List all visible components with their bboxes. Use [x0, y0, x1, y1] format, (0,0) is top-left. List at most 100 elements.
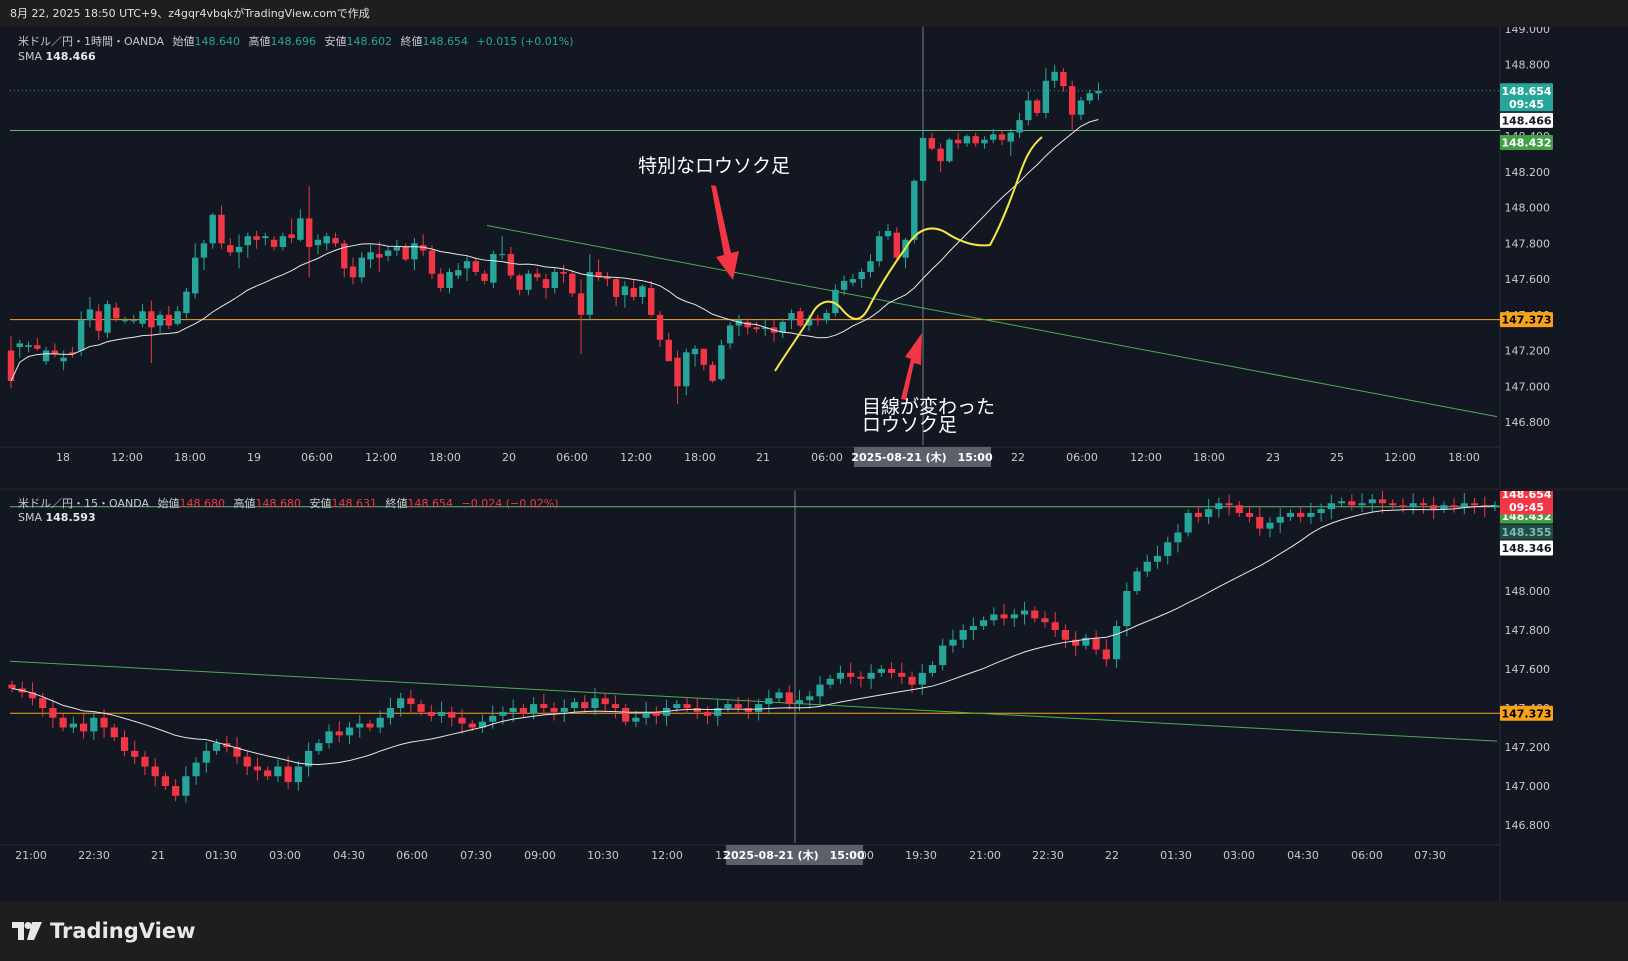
- x-tick-label: 06:00: [1066, 451, 1098, 464]
- candle-body: [908, 676, 916, 685]
- y-tick-label: 147.600: [1505, 663, 1551, 676]
- candle-body: [867, 261, 874, 272]
- sma-label[interactable]: SMA: [18, 50, 42, 63]
- open-value: 148.680: [179, 497, 226, 510]
- candle-body: [253, 236, 260, 240]
- candle-body: [724, 704, 732, 708]
- badge-last-price-countdown: 09:45: [1509, 98, 1544, 111]
- candle-body: [358, 257, 365, 278]
- candle-body: [455, 270, 462, 276]
- candle-body: [569, 273, 576, 294]
- candle-body: [788, 313, 795, 321]
- candle-body: [77, 320, 85, 351]
- x-tick-label: 12:00: [1384, 451, 1416, 464]
- candle-body: [642, 711, 650, 718]
- chart-15m-canvas[interactable]: 148.000147.800147.600147.400147.200147.0…: [0, 491, 1628, 901]
- x-tick-label: 09:00: [524, 849, 556, 862]
- candle-body: [402, 246, 409, 260]
- x-tick-label: 06:00: [1351, 849, 1383, 862]
- candle-body: [1317, 509, 1325, 513]
- x-tick-label: 22: [1011, 451, 1025, 464]
- x-tick-label: 06:00: [301, 451, 333, 464]
- candle-body: [591, 698, 599, 708]
- candle-body: [314, 239, 322, 246]
- sma-label[interactable]: SMA: [18, 511, 42, 524]
- candle-body: [161, 776, 170, 786]
- chart-1h-canvas[interactable]: 149.000148.800148.600148.400148.200148.0…: [0, 27, 1628, 488]
- candle-body: [141, 756, 149, 767]
- candle-body: [1042, 80, 1050, 113]
- candle-body: [297, 218, 304, 240]
- candle-body: [218, 214, 225, 244]
- candle-body: [639, 286, 646, 297]
- candle-body: [202, 750, 210, 763]
- candle-body: [797, 311, 804, 326]
- candle-body: [857, 676, 865, 679]
- candle-body: [1419, 503, 1428, 506]
- candle-body: [540, 704, 548, 708]
- candle-body: [110, 727, 118, 738]
- candle-body: [806, 696, 814, 701]
- candle-body: [726, 325, 734, 344]
- candle-body: [8, 684, 16, 689]
- candle-body: [928, 137, 936, 149]
- candle-body: [427, 711, 435, 716]
- candle-body: [148, 311, 155, 328]
- symbol-label[interactable]: 米ドル／円・15・OANDA: [18, 497, 149, 510]
- candle-body: [1399, 505, 1407, 508]
- candle-body: [519, 708, 527, 714]
- candle-body: [683, 704, 691, 708]
- x-tick-label: 12:00: [651, 849, 683, 862]
- candle-body: [79, 723, 88, 732]
- candle-body: [1327, 503, 1335, 510]
- candle-body: [954, 139, 962, 144]
- candle-body: [165, 314, 173, 326]
- candle-body: [1143, 561, 1151, 572]
- candle-body: [1051, 622, 1059, 630]
- candle-body: [1368, 499, 1376, 504]
- chart-pane-1h[interactable]: 149.000148.800148.600148.400148.200148.0…: [0, 27, 1628, 488]
- candle-body: [1020, 610, 1029, 615]
- candle-body: [814, 318, 822, 321]
- tradingview-logo[interactable]: TradingView: [12, 918, 195, 944]
- y-tick-label: 148.200: [1505, 166, 1551, 179]
- high-label: 高値: [233, 497, 256, 510]
- candle-body: [898, 672, 906, 677]
- x-tick-label: 03:00: [269, 849, 301, 862]
- candle-body: [274, 766, 282, 777]
- candle-body: [200, 243, 208, 258]
- chart-pane-15m[interactable]: 148.000147.800147.600147.400147.200147.0…: [0, 491, 1628, 901]
- candle-body: [253, 766, 262, 771]
- candle-body: [1153, 555, 1162, 562]
- y-tick-label: 147.200: [1505, 741, 1551, 754]
- candle-body: [560, 271, 567, 274]
- candle-body: [937, 148, 944, 162]
- chart-15m-legend: 米ドル／円・15・OANDA 始値148.680 高値148.680 安値148…: [18, 495, 558, 511]
- candle-body: [551, 271, 558, 289]
- sma-value: 148.593: [45, 511, 96, 524]
- candle-body: [1092, 637, 1100, 650]
- candle-body: [611, 704, 620, 708]
- candle-body: [939, 645, 947, 666]
- candle-body: [411, 243, 418, 260]
- candle-body: [560, 708, 568, 712]
- candle-body: [332, 238, 339, 244]
- high-label: 高値: [248, 35, 271, 48]
- candle-body: [376, 717, 384, 728]
- candle-body: [1184, 513, 1192, 533]
- x-tick-label: 18:00: [1193, 451, 1225, 464]
- candle-body: [498, 254, 506, 256]
- candle-body: [1266, 522, 1274, 529]
- open-value: 148.640: [194, 35, 241, 48]
- x-tick-label: 20: [502, 451, 516, 464]
- candle-body: [981, 139, 988, 144]
- candle-body: [90, 717, 98, 732]
- candle-body: [734, 704, 742, 708]
- candle-body: [59, 717, 67, 728]
- candle-body: [49, 708, 57, 718]
- candle-body: [703, 711, 712, 716]
- candle-body: [795, 700, 804, 705]
- symbol-label[interactable]: 米ドル／円・1時間・OANDA: [18, 35, 164, 48]
- candle-body: [691, 348, 699, 355]
- candle-body: [489, 715, 497, 722]
